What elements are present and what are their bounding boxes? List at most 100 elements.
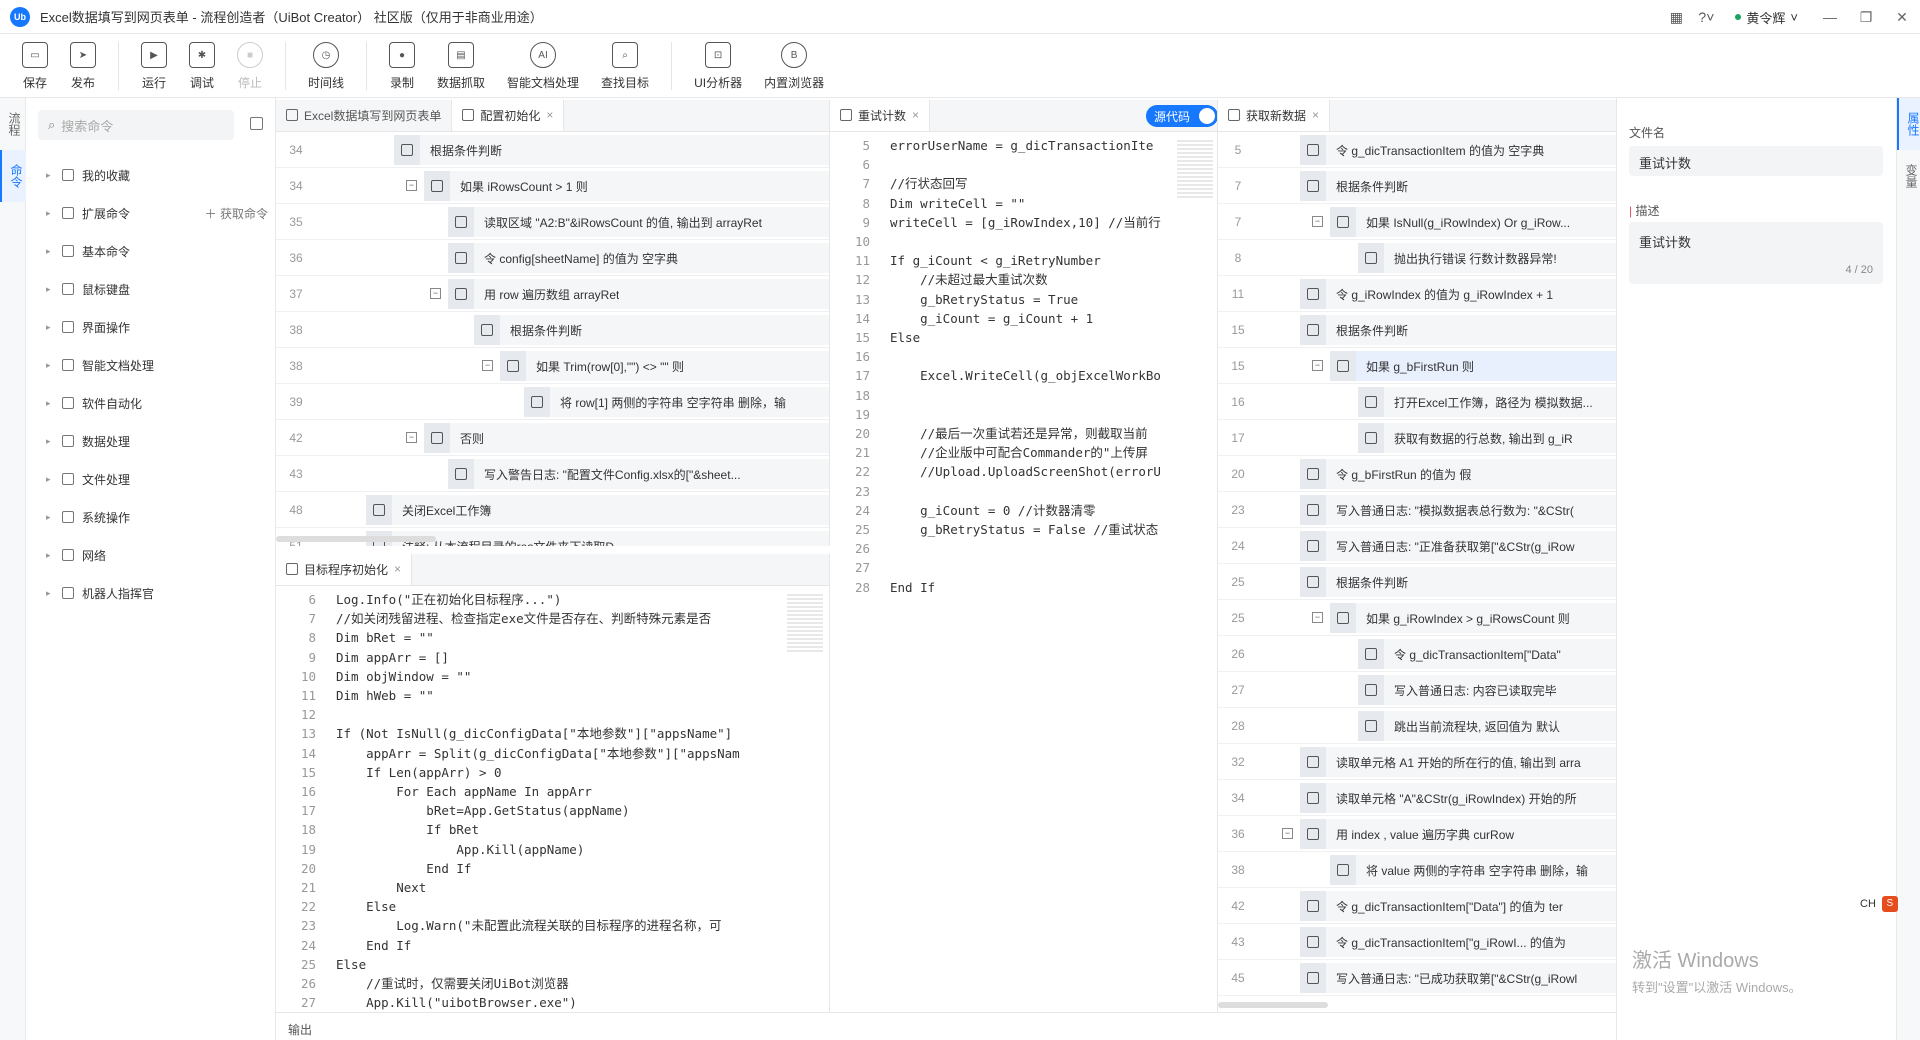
flow-command-block[interactable]: 令 g_dicTransactionItem 的值为 空字典 — [1300, 135, 1616, 165]
flow-command-block[interactable]: 根据条件判断 — [474, 315, 829, 345]
user-menu[interactable]: 黄令辉 ˅ — [1735, 8, 1798, 27]
close-icon[interactable]: ✕ — [1884, 9, 1920, 26]
flow-command-block[interactable]: 令 g_dicTransactionItem["g_iRowI... 的值为 — [1300, 927, 1616, 957]
flow-row[interactable]: 32 读取单元格 A1 开始的所在行的值, 输出到 arra — [1218, 744, 1616, 780]
stop-button[interactable]: ■ 停止 — [237, 34, 263, 91]
flow-command-block[interactable]: 如果 g_iRowIndex > g_iRowsCount 则 — [1330, 603, 1616, 633]
flow-row[interactable]: 38 根据条件判断 — [276, 312, 829, 348]
flow-command-block[interactable]: 令 config[sheetName] 的值为 空字典 — [448, 243, 829, 273]
restore-icon[interactable]: ❐ — [1848, 9, 1884, 26]
flow-command-block[interactable]: 读取单元格 "A"&CStr(g_iRowIndex) 开始的所 — [1300, 783, 1616, 813]
flow-command-block[interactable]: 令 g_dicTransactionItem["Data" — [1358, 639, 1616, 669]
search-input[interactable]: ⌕ 搜索命令 — [38, 110, 234, 140]
timeline-button[interactable]: ◷ 时间线 — [308, 34, 344, 91]
flow-row[interactable]: 5 令 g_dicTransactionItem 的值为 空字典 — [1218, 132, 1616, 168]
source-code-toggle[interactable]: 源代码 — [1146, 105, 1217, 127]
flow-command-block[interactable]: 令 g_iRowIndex 的值为 g_iRowIndex + 1 — [1300, 279, 1616, 309]
collapse-toggle[interactable]: − — [406, 180, 417, 191]
flow-row[interactable]: 48 关闭Excel工作簿 — [276, 492, 829, 528]
flow-command-block[interactable]: 写入普通日志: "模拟数据表总行数为: "&CStr( — [1300, 495, 1616, 525]
flow-command-block[interactable]: 将 row[1] 两侧的字符串 空字符串 删除，输 — [524, 387, 829, 417]
flow-command-block[interactable]: 根据条件判断 — [1300, 567, 1616, 597]
command-category[interactable]: ▸ 扩展命令＋ 获取命令 — [26, 194, 276, 232]
file-name-field[interactable]: 重试计数 — [1629, 146, 1883, 176]
flow-command-block[interactable]: 根据条件判断 — [394, 135, 829, 165]
close-icon[interactable]: × — [1312, 108, 1319, 122]
flow-row[interactable]: 43 令 g_dicTransactionItem["g_iRowI... 的值为 — [1218, 924, 1616, 960]
command-category[interactable]: ▸ 基本命令 — [26, 232, 276, 270]
flow-row[interactable]: 27 写入普通日志: 内容已读取完毕 — [1218, 672, 1616, 708]
flow-command-block[interactable]: 如果 iRowsCount > 1 则 — [424, 171, 829, 201]
flow-row[interactable]: 15 根据条件判断 — [1218, 312, 1616, 348]
collapse-icon[interactable] — [250, 117, 263, 130]
smart-doc-button[interactable]: AI 智能文档处理 — [507, 34, 579, 91]
description-field[interactable]: 重试计数 4 / 20 — [1629, 222, 1883, 284]
collapse-toggle[interactable]: − — [1312, 216, 1323, 227]
flow-row[interactable]: 26 令 g_dicTransactionItem["Data" — [1218, 636, 1616, 672]
command-category[interactable]: ▸ 网络 — [26, 536, 276, 574]
flow-row[interactable]: 43 写入警告日志: "配置文件Config.xlsx的["&sheet... — [276, 456, 829, 492]
flow-row[interactable]: 34 根据条件判断 — [276, 132, 829, 168]
tab-variables[interactable]: 变量 — [1897, 150, 1920, 202]
tab-config-init[interactable]: 配置初始化 × — [452, 100, 565, 131]
command-category[interactable]: ▸ 数据处理 — [26, 422, 276, 460]
flow-row[interactable]: 25 − 如果 g_iRowIndex > g_iRowsCount 则 — [1218, 600, 1616, 636]
flow-row[interactable]: 16 打开Excel工作簿，路径为 模拟数据... — [1218, 384, 1616, 420]
command-category[interactable]: ▸ 系统操作 — [26, 498, 276, 536]
collapse-toggle[interactable]: − — [1312, 360, 1323, 371]
minimize-icon[interactable]: — — [1812, 9, 1848, 25]
command-category[interactable]: ▸ 界面操作 — [26, 308, 276, 346]
debug-button[interactable]: ✱ 调试 — [189, 34, 215, 91]
collapse-toggle[interactable]: − — [482, 360, 493, 371]
flow-row[interactable]: 8 抛出执行错误 行数计数器异常! — [1218, 240, 1616, 276]
flow-row[interactable]: 15 − 如果 g_bFirstRun 则 — [1218, 348, 1616, 384]
flow-command-block[interactable]: 如果 g_bFirstRun 则 — [1330, 351, 1616, 381]
find-target-button[interactable]: ⌕ 查找目标 — [601, 34, 649, 91]
flow-row[interactable]: 17 获取有数据的行总数, 输出到 g_iR — [1218, 420, 1616, 456]
flow-row[interactable]: 35 读取区域 "A2:B"&iRowsCount 的值, 输出到 arrayRe… — [276, 204, 829, 240]
flow-row[interactable]: 28 跳出当前流程块, 返回值为 默认 — [1218, 708, 1616, 744]
tab-main-flow[interactable]: Excel数据填写到网页表单 — [276, 100, 453, 131]
tab-target-init[interactable]: 目标程序初始化 × — [276, 554, 413, 585]
flow-row[interactable]: 45 写入普通日志: "已成功获取第["&CStr(g_iRowl — [1218, 960, 1616, 996]
ime-indicator[interactable]: CH S — [1860, 896, 1898, 912]
flow-command-block[interactable]: 如果 Trim(row[0],"") <> "" 则 — [500, 351, 829, 381]
close-icon[interactable]: × — [546, 108, 553, 122]
flow-row[interactable]: 7 根据条件判断 — [1218, 168, 1616, 204]
save-button[interactable]: ▭ 保存 — [22, 34, 48, 91]
code-minimap[interactable] — [1177, 140, 1213, 200]
question-icon[interactable]: ?˅ — [1691, 9, 1721, 25]
flow-row[interactable]: 24 写入普通日志: "正准备获取第["&CStr(g_iRow — [1218, 528, 1616, 564]
publish-button[interactable]: ➤ 发布 — [70, 34, 96, 91]
command-category[interactable]: ▸ 智能文档处理 — [26, 346, 276, 384]
code-editor[interactable]: 5 errorUserName = g_dicTransactionIte 6 7 //… — [830, 132, 1217, 1012]
collapse-toggle[interactable]: − — [1312, 612, 1323, 623]
flow-row[interactable]: 42 − 否则 — [276, 420, 829, 456]
flow-command-block[interactable]: 跳出当前流程块, 返回值为 默认 — [1358, 711, 1616, 741]
flow-row[interactable]: 37 − 用 row 遍历数组 arrayRet — [276, 276, 829, 312]
flow-command-block[interactable]: 写入普通日志: "正准备获取第["&CStr(g_iRow — [1300, 531, 1616, 561]
close-icon[interactable]: × — [394, 562, 401, 576]
code-minimap[interactable] — [787, 594, 823, 654]
tab-flow[interactable]: 流程 — [0, 98, 29, 150]
horizontal-scrollbar[interactable] — [1218, 1002, 1328, 1008]
command-category[interactable]: ▸ 鼠标键盘 — [26, 270, 276, 308]
horizontal-scrollbar[interactable] — [276, 536, 436, 542]
collapse-toggle[interactable]: − — [406, 432, 417, 443]
output-panel[interactable]: 输出 — [276, 1012, 1616, 1040]
tab-retry-count[interactable]: 重试计数 × — [830, 100, 931, 131]
code-editor[interactable]: 6 Log.Info("正在初始化目标程序...") 7 //如关闭残留进程、检查指定… — [276, 586, 829, 1012]
flow-command-block[interactable]: 令 g_bFirstRun 的值为 假 — [1300, 459, 1616, 489]
flow-command-block[interactable]: 将 value 两侧的字符串 空字符串 删除，输 — [1330, 855, 1616, 885]
command-category[interactable]: ▸ 文件处理 — [26, 460, 276, 498]
tab-fetch-data[interactable]: 获取新数据 × — [1218, 100, 1331, 131]
flow-command-block[interactable]: 根据条件判断 — [1300, 315, 1616, 345]
flow-row[interactable]: 39 将 row[1] 两侧的字符串 空字符串 删除，输 — [276, 384, 829, 420]
flow-command-block[interactable]: 读取单元格 A1 开始的所在行的值, 输出到 arra — [1300, 747, 1616, 777]
command-category[interactable]: ▸ 机器人指挥官 — [26, 574, 276, 612]
flow-command-block[interactable]: 抛出执行错误 行数计数器异常! — [1358, 243, 1616, 273]
flow-row[interactable]: 36 − 用 index , value 遍历字典 curRow — [1218, 816, 1616, 852]
flow-command-block[interactable]: 否则 — [424, 423, 829, 453]
flow-row[interactable]: 7 − 如果 IsNull(g_iRowIndex) Or g_iRow... — [1218, 204, 1616, 240]
collapse-toggle[interactable]: − — [430, 288, 441, 299]
